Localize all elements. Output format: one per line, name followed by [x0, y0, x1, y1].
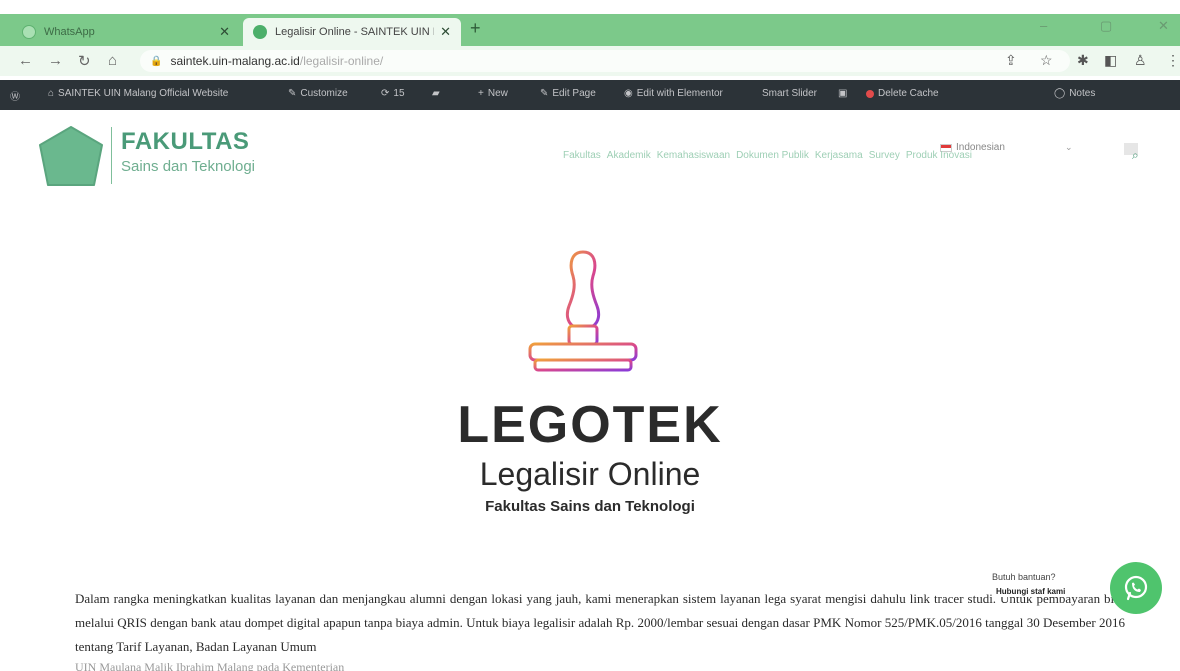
nav-item-produk-inovasi[interactable]: Produk Inovasi — [906, 150, 972, 161]
edit-page-label: Edit Page — [552, 88, 596, 99]
wp-updates[interactable]: ⟳ 15 — [381, 88, 405, 99]
url-input[interactable]: 🔒 saintek.uin-malang.ac.id /legalisir-on… — [140, 50, 1070, 72]
elementor-icon: ◉ — [624, 88, 633, 99]
wp-smart-slider[interactable]: Smart Slider — [762, 88, 817, 99]
chevron-down-icon[interactable]: ⌄ — [1065, 142, 1073, 153]
lock-icon: 🔒 — [150, 55, 163, 67]
home-icon: ⌂ — [48, 88, 55, 99]
close-window-button[interactable]: ✕ — [1158, 18, 1169, 34]
chat-bubble[interactable]: Hubungi staf kami — [992, 586, 1070, 597]
edit-elementor-label: Edit with Elementor — [636, 88, 723, 99]
wp-edit-page[interactable]: ✎ Edit Page — [540, 88, 596, 99]
tab-close-icon[interactable]: ✕ — [440, 24, 451, 40]
comments-icon[interactable]: ▰ — [432, 88, 440, 99]
nav-item-akademik[interactable]: Akademik — [607, 150, 651, 161]
stamp-icon — [528, 250, 638, 388]
site-name-label: SAINTEK UIN Malang Official Website — [58, 88, 229, 99]
intro-paragraph: Dalam rangka meningkatkan kualitas layan… — [75, 591, 1125, 654]
menu-icon[interactable]: ⋮ — [1166, 52, 1180, 69]
plus-icon: + — [478, 88, 484, 99]
bookmark-star-icon[interactable]: ☆ — [1040, 52, 1053, 69]
site-favicon-icon — [253, 25, 267, 39]
maximize-button[interactable]: ▢ — [1100, 18, 1112, 34]
hero-subtitle: Legalisir Online — [479, 456, 701, 492]
delete-cache-label: Delete Cache — [878, 88, 939, 99]
search-icon[interactable]: ⌕ — [1132, 148, 1139, 163]
updates-count: 15 — [393, 88, 405, 99]
wp-edit-elementor[interactable]: ◉ Edit with Elementor — [624, 88, 723, 99]
tab-whatsapp[interactable]: WhatsApp ✕ — [12, 18, 240, 46]
wp-site-name[interactable]: ⌂ SAINTEK UIN Malang Official Website — [48, 88, 228, 99]
customize-label: Customize — [300, 88, 348, 99]
status-dot-icon — [866, 89, 874, 98]
pencil-icon: ✎ — [288, 88, 297, 99]
hero-faculty: Fakultas Sains dan Teknologi — [485, 498, 695, 515]
intro-paragraph-continuation: UIN Maulana Malik Ibrahim Malang pada Ke… — [75, 660, 345, 671]
tab-title: Legalisir Online - SAINTEK UIN I — [275, 26, 435, 38]
nav-item-kemahasiswaan[interactable]: Kemahasiswaan — [657, 150, 730, 161]
home-icon[interactable]: ⌂ — [108, 52, 117, 69]
whatsapp-favicon-icon — [22, 25, 36, 39]
nav-item-fakultas[interactable]: Fakultas — [563, 150, 601, 161]
sidepanel-icon[interactable]: ◧ — [1104, 52, 1117, 69]
extensions-icon[interactable]: ✱ — [1077, 52, 1089, 69]
url-path: /legalisir-online/ — [299, 54, 384, 68]
nav-item-kerjasama[interactable]: Kerjasama — [815, 150, 863, 161]
browser-tab-strip: WhatsApp ✕ Legalisir Online - SAINTEK UI… — [0, 14, 1180, 46]
yoast-icon[interactable]: ▣ — [838, 88, 847, 99]
back-icon[interactable]: ← — [18, 52, 33, 69]
wp-admin-bar: Ⓦ ⌂ SAINTEK UIN Malang Official Website … — [0, 80, 1180, 110]
logo-divider — [111, 127, 112, 184]
main-navigation: Fakultas Akademik Kemahasiswaan Dokumen … — [563, 150, 972, 161]
nav-item-survey[interactable]: Survey — [869, 150, 900, 161]
whatsapp-chat-button[interactable] — [1110, 562, 1162, 614]
new-label: New — [487, 88, 508, 99]
logo-subtitle[interactable]: Sains dan Teknologi — [121, 158, 255, 175]
notes-label: Notes — [1069, 88, 1096, 99]
tab-legalisir-online[interactable]: Legalisir Online - SAINTEK UIN I ✕ — [243, 18, 461, 46]
wordpress-icon[interactable]: Ⓦ — [10, 88, 20, 103]
wp-customize[interactable]: ✎ Customize — [288, 88, 348, 99]
forward-icon[interactable]: → — [48, 52, 63, 69]
wp-delete-cache[interactable]: Delete Cache — [866, 88, 939, 99]
wp-new[interactable]: + New — [478, 88, 508, 99]
faculty-logo-icon[interactable] — [36, 125, 106, 188]
share-icon[interactable]: ⇪ — [1005, 52, 1017, 69]
logo-title[interactable]: FAKULTAS — [121, 128, 249, 156]
pencil-icon: ✎ — [540, 88, 549, 99]
new-tab-button[interactable]: + — [470, 18, 481, 39]
profile-icon[interactable]: ♙ — [1134, 52, 1147, 69]
chat-help-label: Butuh bantuan? — [992, 572, 1056, 582]
smart-slider-label: Smart Slider — [762, 88, 818, 99]
address-bar-row: ← → ↻ ⌂ 🔒 saintek.uin-malang.ac.id /lega… — [0, 46, 1180, 76]
whatsapp-icon — [1124, 575, 1148, 601]
notes-icon: ◯ — [1054, 88, 1066, 99]
minimize-button[interactable]: – — [1040, 18, 1047, 33]
tab-title: WhatsApp — [44, 26, 95, 38]
wp-notes[interactable]: ◯ Notes — [1054, 88, 1095, 99]
nav-item-dokumen-publik[interactable]: Dokumen Publik — [736, 150, 809, 161]
hero-title: LEGOTEK — [457, 396, 723, 454]
refresh-icon: ⟳ — [381, 88, 390, 99]
tab-close-icon[interactable]: ✕ — [219, 24, 230, 40]
url-host: saintek.uin-malang.ac.id — [170, 54, 300, 68]
reload-icon[interactable]: ↻ — [78, 52, 91, 70]
